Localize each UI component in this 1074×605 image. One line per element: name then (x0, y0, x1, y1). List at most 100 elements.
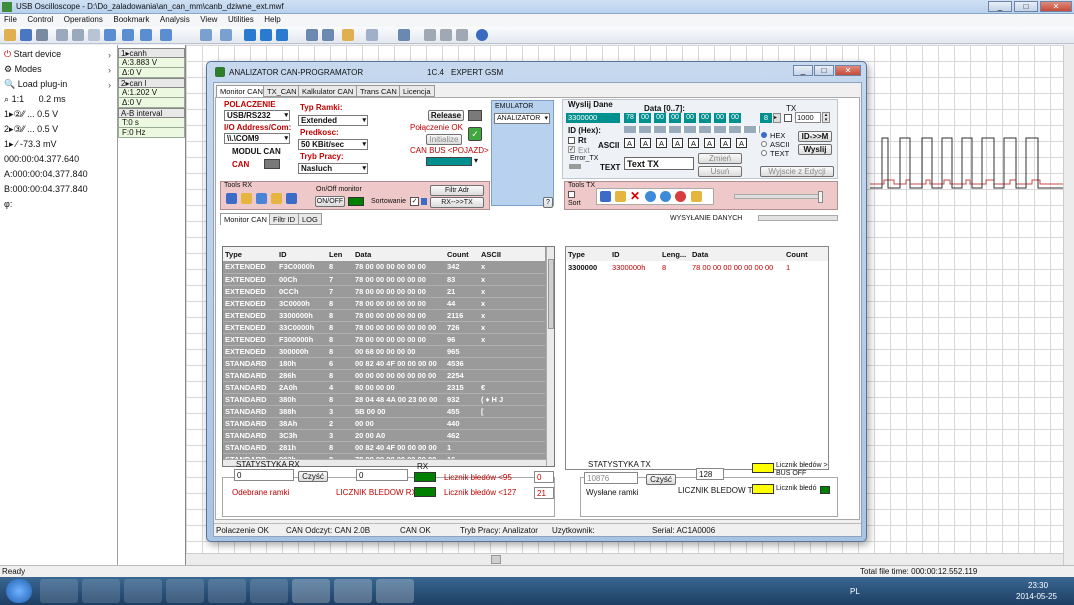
subtab-monitor-can[interactable]: Monitor CAN (220, 213, 271, 225)
maximize-button[interactable]: □ (1014, 1, 1038, 12)
frame-type-select[interactable]: Extended ▾ (298, 115, 368, 126)
tx-col-length[interactable]: Leng... (660, 247, 690, 261)
ext-checkbox[interactable]: ✓ (568, 146, 575, 153)
clock-date[interactable]: 2014-05-25 (1016, 592, 1057, 601)
filter-address-button[interactable]: Filtr Adr (430, 185, 484, 196)
rx-table-vscroll[interactable] (546, 247, 554, 466)
check2-icon[interactable] (260, 29, 272, 41)
menu-help[interactable]: Help (260, 14, 284, 25)
explorer-taskbar-icon[interactable] (40, 579, 78, 603)
tab-kalkulator-can[interactable]: Kalkulator CAN (298, 85, 358, 97)
language-indicator[interactable]: PL (850, 587, 860, 596)
start-device-item[interactable]: ⏻ Start device › (0, 49, 117, 64)
ascii-char-5[interactable]: A (704, 138, 715, 148)
menu-control[interactable]: Control (23, 14, 57, 25)
col-id[interactable]: ID (277, 247, 327, 261)
tab-tx-can[interactable]: TX_CAN (263, 85, 301, 97)
subtab-filtr-id[interactable]: Filtr ID (269, 213, 300, 225)
subtab-log[interactable]: LOG (298, 213, 322, 225)
scroll-thumb[interactable] (491, 555, 501, 564)
bit-toggles[interactable] (624, 126, 760, 133)
export-icon[interactable] (398, 29, 410, 41)
channel1-volt-item[interactable]: 1▸②⁄⁄ ... 0.5 V (0, 109, 117, 124)
tx-table-row[interactable]: 3300000 3300000h 8 78 00 00 00 00 00 00 … (566, 261, 828, 273)
open-tx-icon[interactable] (615, 191, 626, 202)
check3-icon[interactable] (276, 29, 288, 41)
table-row[interactable]: EXTENDED 33C0000h 8 78 00 00 00 00 00 00 00… (223, 321, 545, 334)
fft-icon[interactable] (322, 29, 334, 41)
export-rx-icon[interactable] (286, 193, 297, 204)
channel2-header[interactable]: 2▸can l (118, 78, 185, 88)
tx-count-input[interactable]: 10876 (584, 472, 638, 484)
app1-taskbar-icon[interactable] (82, 579, 120, 603)
grid3-icon[interactable] (456, 29, 468, 41)
ascii-char-1[interactable]: A (640, 138, 651, 148)
rx-to-tx-button[interactable]: RX-->>TX (430, 197, 484, 208)
grid2-icon[interactable] (440, 29, 452, 41)
rx-scroll-thumb[interactable] (548, 259, 554, 329)
clear-tx-button[interactable]: Czyść (646, 474, 676, 485)
save-tx-icon[interactable] (600, 191, 611, 202)
chrome-taskbar-icon[interactable] (166, 579, 204, 603)
table-row[interactable]: STANDARD 2A0h 4 80 00 00 00 2315 € (223, 381, 545, 394)
data-byte-0[interactable]: 78 (624, 113, 636, 123)
table-row[interactable]: EXTENDED 00Ch 7 78 00 00 00 00 00 00 83 x (223, 273, 545, 286)
tx-period-spinner[interactable]: ▴ ▾ (822, 112, 830, 123)
ascii-char-4[interactable]: A (688, 138, 699, 148)
filter-icon[interactable] (220, 29, 232, 41)
table-row[interactable]: STANDARD 380h 8 28 04 48 4A 00 23 00 00 932(… (223, 393, 545, 406)
trigger-time-item[interactable]: 000:00:04.377.640 (0, 154, 117, 169)
print-rx-icon[interactable] (256, 193, 267, 204)
zoom-time-item[interactable]: ⌕ 1:1 0.2 ms (0, 94, 117, 109)
sort-checkbox[interactable]: ✓ (410, 197, 419, 206)
channel2-volt-item[interactable]: 2▸③⁄⁄ ... 0.5 V (0, 124, 117, 139)
send-button[interactable]: Wyslij (798, 144, 832, 155)
mode-select[interactable]: Nasluch ▾ (298, 163, 368, 174)
oscilloscope-taskbar-icon[interactable] (376, 579, 414, 603)
ascii-radio[interactable] (761, 141, 767, 147)
ie-taskbar-icon[interactable] (208, 579, 246, 603)
menu-bookmark[interactable]: Bookmark (109, 14, 153, 25)
tx-checkbox[interactable] (784, 114, 792, 122)
menu-utilities[interactable]: Utilities (224, 14, 258, 25)
cursor-a-item[interactable]: A:000:00:04.377.840 (0, 169, 117, 184)
rt-checkbox[interactable] (568, 137, 575, 144)
clear-rx-button[interactable]: Czyść (298, 471, 328, 482)
copy-icon[interactable] (56, 29, 68, 41)
table-row[interactable]: EXTENDED 3C0000h 8 78 00 00 00 00 00 00 44 x (223, 297, 545, 310)
menu-analysis[interactable]: Analysis (156, 14, 194, 25)
trigger-icon[interactable] (104, 29, 116, 41)
open-rx-icon[interactable] (241, 193, 252, 204)
tx-period-input[interactable]: 1000 (795, 112, 821, 123)
can-analyzer-taskbar-icon[interactable] (334, 579, 372, 603)
vertical-scrollbar[interactable] (1063, 45, 1074, 565)
data-byte-6[interactable]: 00 (714, 113, 726, 123)
paste-icon[interactable] (72, 29, 84, 41)
dialog-close-button[interactable]: ✕ (835, 65, 861, 76)
measure-icon[interactable] (306, 29, 318, 41)
data-byte-5[interactable]: 00 (699, 113, 711, 123)
tx-col-type[interactable]: Type (566, 247, 610, 261)
trigger-level-item[interactable]: 1▸ ⁄ -73.3 mV (0, 139, 117, 154)
slider-thumb[interactable] (818, 191, 823, 203)
loop-tx-icon[interactable] (660, 191, 671, 202)
open-icon[interactable] (4, 29, 16, 41)
id-to-m-button[interactable]: ID->>M (798, 131, 832, 142)
table-row[interactable]: STANDARD 388h 3 5B 00 00 455[ (223, 405, 545, 418)
data-byte-2[interactable]: 00 (654, 113, 666, 123)
table-row[interactable]: EXTENDED F300000h 8 78 00 00 00 00 00 00 96 x (223, 333, 545, 346)
data-byte-1[interactable]: 00 (639, 113, 651, 123)
cursor-icon[interactable] (140, 29, 152, 41)
tx-error-input[interactable]: 128 (696, 468, 724, 480)
port-select[interactable]: \\.\COM9 ▾ (224, 133, 290, 144)
col-len[interactable]: Len (327, 247, 353, 261)
horizontal-scrollbar[interactable] (186, 553, 1063, 565)
table-row[interactable]: EXTENDED F3C0000h 8 78 00 00 00 00 00 00 342… (223, 261, 545, 274)
table-row[interactable]: STANDARD 281h 8 00 82 40 4F 00 00 00 00 1 (223, 441, 545, 454)
ascii-char-0[interactable]: A (624, 138, 635, 148)
play-tx-icon[interactable] (645, 191, 656, 202)
table-row[interactable]: STANDARD 180h 6 00 82 40 4F 00 00 00 00 4536 (223, 357, 545, 370)
help-icon[interactable] (476, 29, 488, 41)
undo-icon[interactable] (160, 29, 172, 41)
tx-col-data[interactable]: Data (690, 247, 784, 261)
